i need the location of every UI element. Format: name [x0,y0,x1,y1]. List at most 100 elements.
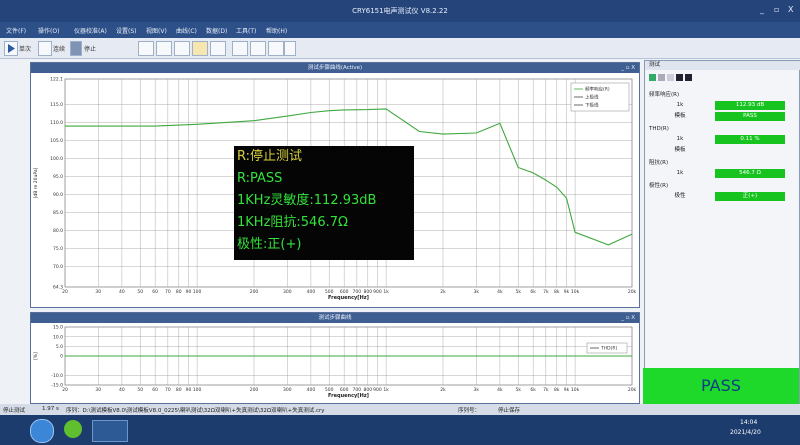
menu-help[interactable]: 帮助(H) [266,26,287,35]
panel2-title: 测试步骤曲线 [318,315,352,321]
y-tick-label: 100.0 [50,156,63,162]
menu-file[interactable]: 文件(F) [6,26,26,35]
result-overlay: R:停止测试 R:PASS 1KHz灵敏度:112.93dB 1KHz阻抗:54… [234,146,414,260]
x-tick-label: 70 [165,387,171,393]
minimize-button[interactable]: _ [760,5,764,14]
x-tick-label: 9k [564,387,570,393]
menu-calibrate[interactable]: 仪器校准(A) [74,26,107,35]
y-tick-label: 95.0 [53,174,63,180]
row-key: 模板 [674,113,686,119]
app-taskbar-button[interactable] [92,420,128,442]
row-key: 极性 [674,193,686,199]
menu-tools[interactable]: 工具(T) [236,26,256,35]
x-axis-label: Frequency[Hz] [328,393,369,399]
tool-button-2[interactable] [156,41,172,56]
save-button[interactable] [210,41,226,56]
x-tick-label: 200 [250,387,259,393]
y-tick-label: 85.0 [53,210,63,216]
menu-settings[interactable]: 设置(S) [116,26,137,35]
list-icon[interactable] [658,74,665,81]
x-tick-label: 2k [440,289,446,295]
x-tick-label: 60 [152,387,158,393]
group-label: 极性(R) [649,183,669,189]
group-thd[interactable]: THD(R) [645,125,799,134]
x-tick-label: 300 [283,289,292,295]
panel1-title-bar: 测试步骤曲线(Active) _ ▫ X [31,63,639,73]
play-icon [8,44,15,53]
x-tick-label: 1k [383,387,389,393]
x-tick-label: 90 [186,387,192,393]
clock-date: 2021/4/20 [730,429,761,436]
x-tick-label: 4k [497,289,503,295]
row-value: PASS [715,112,785,121]
row-key: 1k [676,170,684,176]
x-tick-label: 5k [515,289,521,295]
run-button[interactable] [4,41,18,56]
thd-panel: 测试步骤曲线 _ ▫ X 20 30 40 50 60 70 80 90 100 200 300 400… [30,312,640,404]
status-bar: 停止测试 1.97 s 序列：D:\测试模板V8.0\测试模板V8.0_0225… [0,404,800,415]
overlay-status: R:停止测试 [237,149,303,164]
x-tick-label: 3k [474,289,480,295]
y-tick-label: 110.0 [50,120,63,126]
menu-data[interactable]: 数据(D) [206,26,227,35]
tool-button-3[interactable] [174,41,190,56]
tool-button-7[interactable] [284,41,296,56]
x-tick-label: 60 [152,289,158,295]
x-tick-label: 8k [554,289,560,295]
loop-label[interactable]: 连续 [53,44,65,53]
tool-button-6[interactable] [268,41,284,56]
x-tick-label: 6k [530,387,536,393]
status-serial: 序列号： [458,408,481,414]
group-label: 阻抗(R) [649,160,669,166]
loop-button[interactable] [38,41,52,56]
group-polarity[interactable]: 极性(R) [645,182,799,191]
menu-view[interactable]: 视图(V) [146,26,167,35]
panel2-close-icon[interactable]: _ ▫ X [621,313,635,323]
menu-curve[interactable]: 曲线(C) [176,26,197,35]
x-tick-label: 50 [137,387,143,393]
close-button[interactable]: X [788,5,793,14]
y-tick-label: 80.0 [53,228,63,234]
row-key: 模板 [674,147,686,153]
x-tick-label: 70 [165,289,171,295]
single-label[interactable]: 单次 [19,44,31,53]
x-tick-label: 40 [119,387,125,393]
taskbar: 14:04 2021/4/20 [0,415,800,445]
y-tick-label: 64.3 [53,285,63,291]
y-tick-label: -15.0 [51,383,63,389]
x-tick-label: 40 [119,289,125,295]
x-tick-label: 6k [530,289,536,295]
panel1-close-icon[interactable]: _ ▫ X [621,63,635,73]
overlay-pass: R:PASS [237,171,283,186]
legend-label: 下极线 [585,102,599,109]
tool-button-1[interactable] [138,41,154,56]
results-panel: 测试 频率响应(R) 1k 112.93 dB 模板 PASS THD(R) 1k 0… [644,60,800,405]
group-frequency-response[interactable]: 频率响应(R) [645,91,799,100]
expand-icon[interactable] [676,74,683,81]
x-tick-label: 80 [176,289,182,295]
status-time: 1.97 s [42,406,59,412]
x-tick-label: 900 [373,387,382,393]
blank-icon[interactable] [667,74,674,81]
group-impedance[interactable]: 阻抗(R) [645,159,799,168]
open-folder-button[interactable] [192,41,208,56]
browser-icon[interactable] [64,420,82,438]
x-tick-label: 900 [373,289,382,295]
tool-button-4[interactable] [232,41,248,56]
toolbar: 单次 连续 停止 [0,38,800,59]
stop-label[interactable]: 停止 [84,44,96,53]
restore-button[interactable]: ▫ [774,5,779,14]
tool-button-5[interactable] [250,41,266,56]
start-button[interactable] [30,419,54,443]
collapse-icon[interactable] [685,74,692,81]
result-row: 1k 112.93 dB [645,101,799,110]
x-tick-label: 400 [307,387,316,393]
menu-operate[interactable]: 操作(O) [38,26,59,35]
status-save: 停止保存 [498,408,521,414]
overlay-sensitivity: 1KHz灵敏度:112.93dB [237,193,377,208]
x-tick-label: 10k [571,289,580,295]
x-tick-label: 400 [307,289,316,295]
stop-button[interactable] [70,41,82,56]
grid-icon[interactable] [649,74,656,81]
result-row: 极性 正(+) [645,192,799,201]
